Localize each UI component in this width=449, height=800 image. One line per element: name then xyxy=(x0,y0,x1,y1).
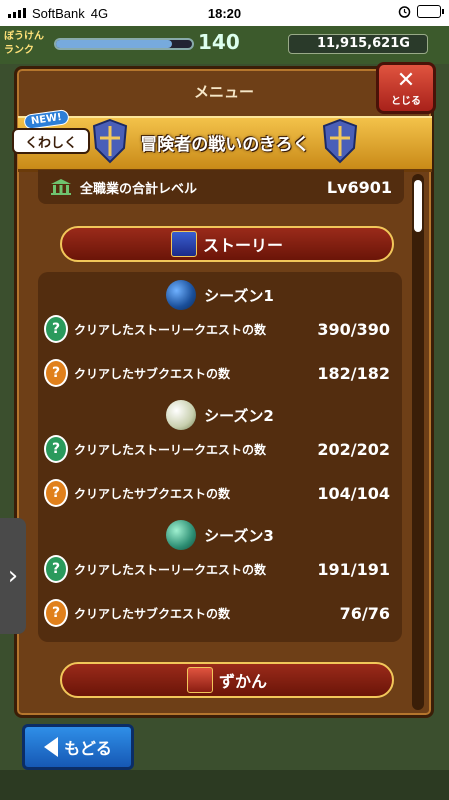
shield-sword-icon xyxy=(92,118,128,164)
stat-row: ? クリアしたサブクエストの数 182/182 xyxy=(44,358,390,388)
stat-row: ? クリアしたストーリークエストの数 191/191 xyxy=(44,554,390,584)
stat-value: 76/76 xyxy=(339,603,390,623)
chevron-right-icon: › xyxy=(7,561,19,591)
stat-label: クリアしたストーリークエストの数 xyxy=(74,322,267,337)
season-header: シーズン2 xyxy=(38,400,402,430)
new-badge: NEW! xyxy=(23,108,70,131)
total-level-row: 全職業の合計レベル Lv6901 xyxy=(38,170,404,204)
shield-sword-icon xyxy=(322,118,358,164)
story-section-header[interactable]: ストーリー xyxy=(60,226,394,262)
stat-value: 202/202 xyxy=(317,439,390,459)
back-button[interactable]: もどる xyxy=(22,724,134,770)
season-header: シーズン1 xyxy=(38,280,402,310)
globe-icon xyxy=(166,400,197,430)
record-content: 全職業の合計レベル Lv6901 ストーリー シーズン1 ? クリアしたストーリ… xyxy=(30,170,412,710)
stat-row: ? クリアしたサブクエストの数 76/76 xyxy=(44,598,390,628)
book-icon xyxy=(170,231,197,257)
quest-orange-icon: ? xyxy=(44,479,68,507)
season-header: シーズン3 xyxy=(38,520,402,550)
page-title: 冒険者の戦いのきろく xyxy=(140,135,310,155)
total-level-label: 全職業の合計レベル xyxy=(80,181,198,197)
stat-row: ? クリアしたストーリークエストの数 390/390 xyxy=(44,314,390,344)
quest-green-icon: ? xyxy=(44,555,68,583)
back-arrow-icon xyxy=(44,737,59,757)
stat-value: 191/191 xyxy=(317,559,390,579)
season-name: シーズン2 xyxy=(204,406,274,425)
quest-orange-icon: ? xyxy=(44,359,68,387)
stat-value: 182/182 xyxy=(317,363,390,383)
details-button-group[interactable]: NEW! くわしく xyxy=(12,108,94,156)
menu-title: メニュー xyxy=(193,82,254,101)
close-icon: ✕ xyxy=(396,67,416,93)
gold-amount: 11,915,621G xyxy=(288,34,428,54)
bottom-nav xyxy=(0,770,449,800)
status-bar: SoftBank 4G 18:20 xyxy=(0,0,449,26)
story-stats-box: シーズン1 ? クリアしたストーリークエストの数 390/390 ? クリアした… xyxy=(38,272,402,642)
stat-row: ? クリアしたサブクエストの数 104/104 xyxy=(44,478,390,508)
globe-icon xyxy=(166,520,197,550)
quest-orange-icon: ? xyxy=(44,599,68,627)
stat-label: クリアしたサブクエストの数 xyxy=(74,366,231,381)
stat-label: クリアしたサブクエストの数 xyxy=(74,486,231,501)
stat-label: クリアしたストーリークエストの数 xyxy=(74,562,267,577)
encyclopedia-section-header[interactable]: ずかん xyxy=(60,662,394,698)
story-section-label: ストーリー xyxy=(202,236,283,255)
stat-value: 390/390 xyxy=(317,319,390,339)
encyclopedia-book-icon xyxy=(186,667,213,693)
rank-label: ぼうけん ランク xyxy=(4,31,44,56)
scrollbar-thumb[interactable] xyxy=(414,180,422,232)
stat-row: ? クリアしたストーリークエストの数 202/202 xyxy=(44,434,390,464)
stat-label: クリアしたサブクエストの数 xyxy=(74,606,231,621)
globe-icon xyxy=(166,280,197,310)
stat-value: 104/104 xyxy=(317,483,390,503)
quest-green-icon: ? xyxy=(44,435,68,463)
clock: 18:20 xyxy=(207,5,242,21)
carrier-name: SoftBank xyxy=(32,5,85,21)
alarm-icon xyxy=(398,6,411,18)
season-name: シーズン1 xyxy=(204,286,274,305)
rank-value: 140 xyxy=(198,30,240,54)
signal-icon xyxy=(8,8,26,18)
rank-progress-bar xyxy=(54,38,194,50)
network-type: 4G xyxy=(90,5,109,21)
encyclopedia-section-label: ずかん xyxy=(218,672,267,691)
close-button[interactable]: ✕ とじる xyxy=(376,62,436,114)
season-name: シーズン3 xyxy=(204,526,274,545)
scrollbar[interactable] xyxy=(412,174,424,710)
details-button[interactable]: くわしく xyxy=(12,128,90,154)
battery-icon xyxy=(417,5,444,18)
quest-green-icon: ? xyxy=(44,315,68,343)
temple-icon xyxy=(51,179,71,195)
stat-label: クリアしたストーリークエストの数 xyxy=(74,442,267,457)
back-button-label: もどる xyxy=(64,739,112,758)
close-label: とじる xyxy=(391,95,421,107)
total-level-value: Lv6901 xyxy=(326,177,392,197)
side-drawer-tab[interactable]: › xyxy=(0,518,26,634)
